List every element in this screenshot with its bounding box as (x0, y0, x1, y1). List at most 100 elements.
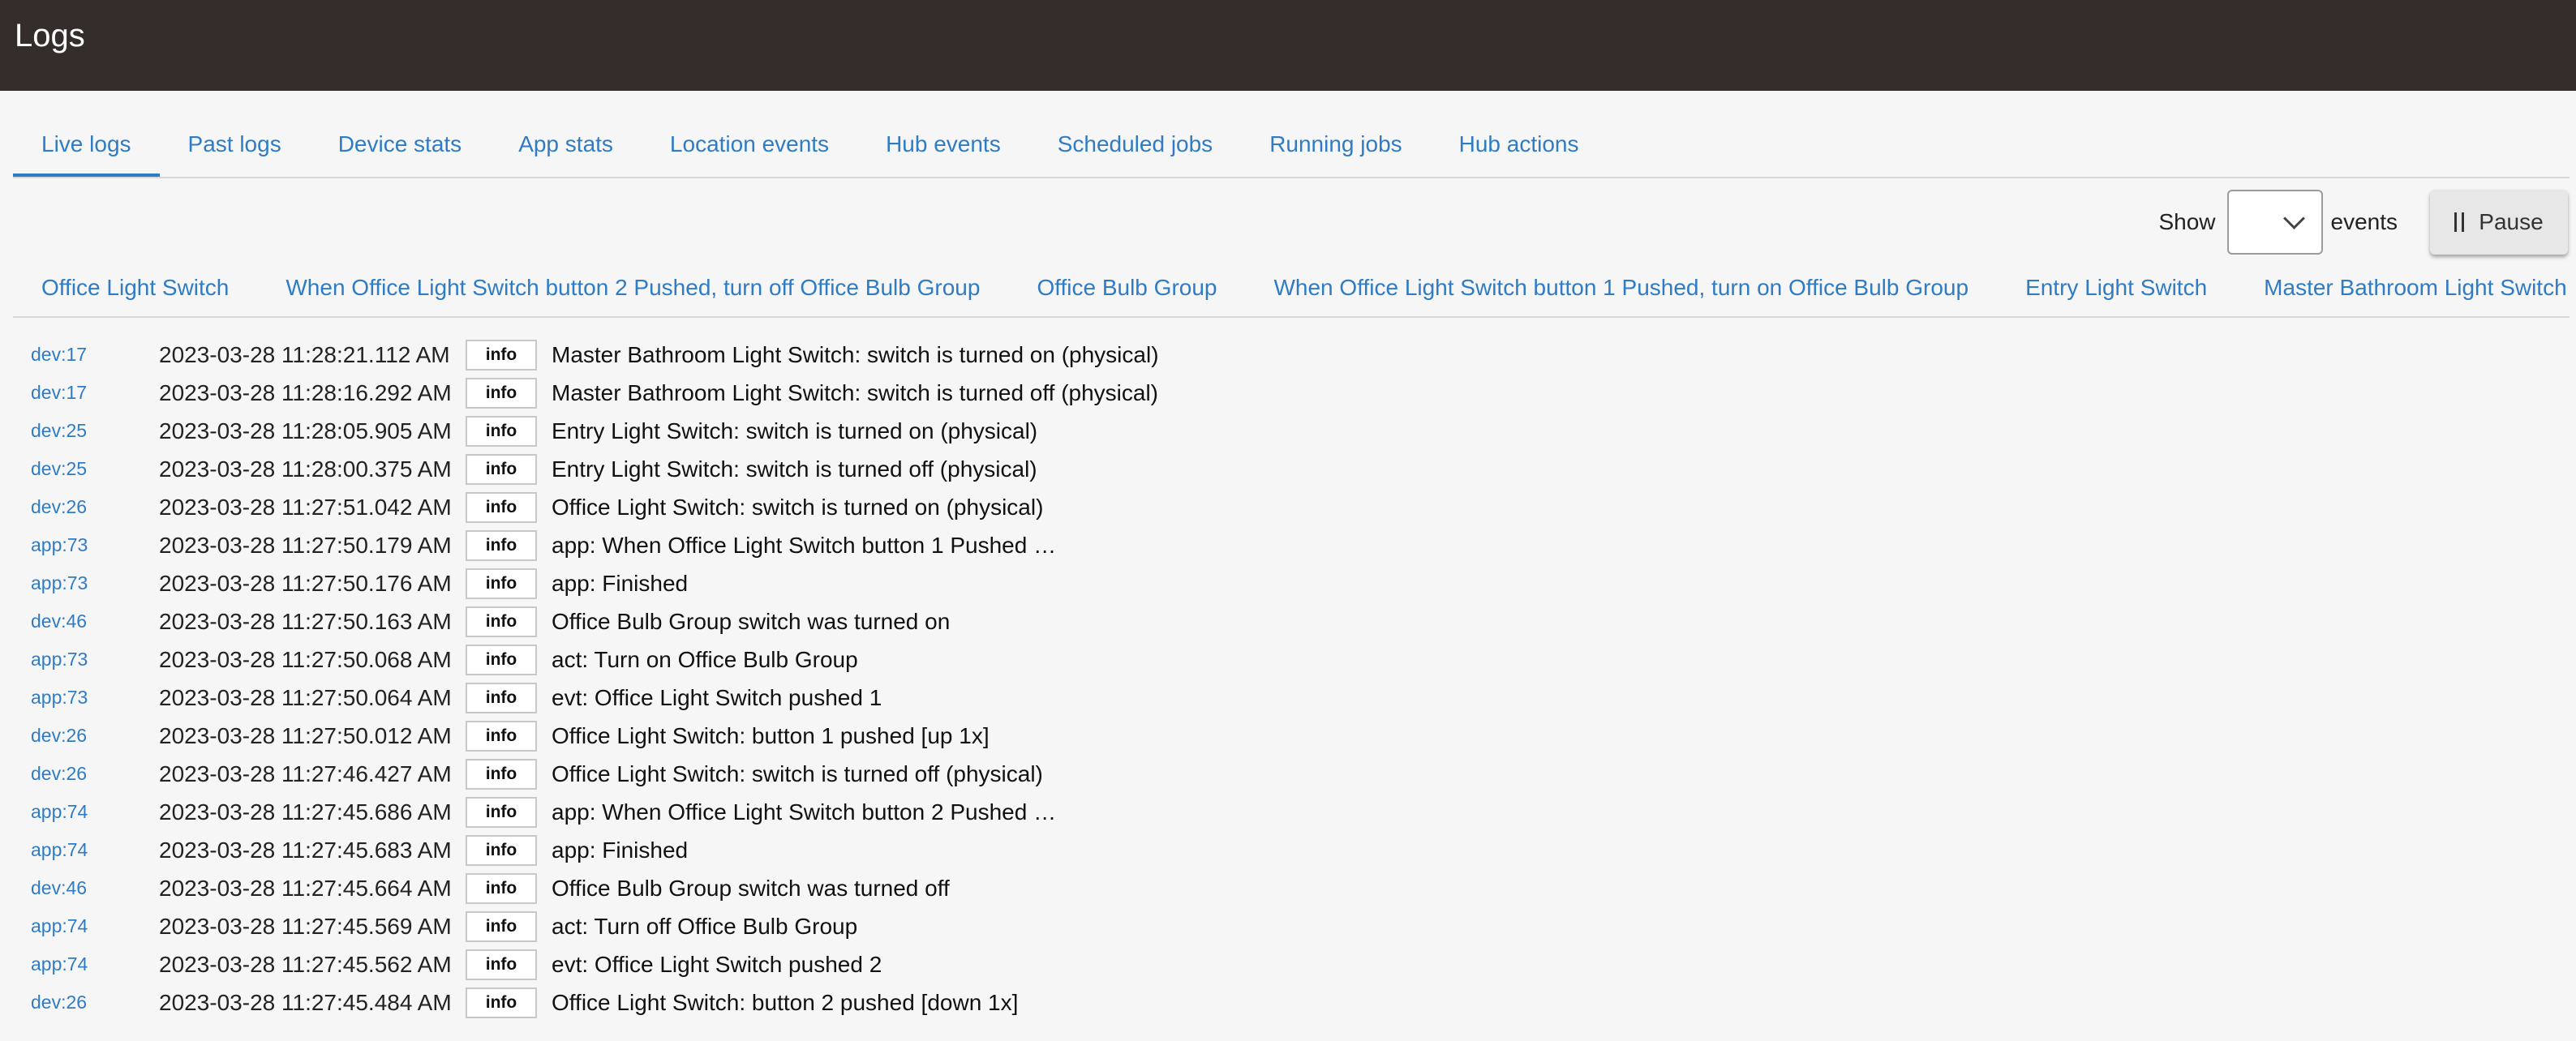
log-timestamp: 2023-03-28 11:27:51.042 AM (159, 494, 452, 520)
log-row: app:74 2023-03-28 11:27:45.683 AM info app:… (13, 831, 2570, 869)
events-count-select[interactable] (2226, 190, 2323, 255)
log-level-badge: info (466, 910, 537, 942)
log-row: app:74 2023-03-28 11:27:45.562 AM info evt:… (13, 945, 2570, 983)
log-timestamp: 2023-03-28 11:27:45.562 AM (159, 951, 452, 977)
tab-location-events[interactable]: Location events (642, 115, 857, 177)
log-level-badge: info (466, 758, 537, 790)
log-source-link[interactable]: dev:26 (13, 496, 159, 518)
log-level-badge: info (466, 453, 537, 485)
log-source-link[interactable]: app:73 (13, 649, 159, 670)
log-message: app: When Office Light Switch button 1 P… (552, 532, 1057, 558)
log-source-link[interactable]: app:74 (13, 953, 159, 975)
log-message: evt: Office Light Switch pushed 2 (552, 951, 882, 977)
log-message: Entry Light Switch: switch is turned off… (552, 456, 1037, 482)
log-source-link[interactable]: dev:25 (13, 458, 159, 480)
log-source-link[interactable]: app:74 (13, 801, 159, 823)
events-label: events (2330, 209, 2398, 234)
app-header: Logs (0, 0, 2576, 91)
log-timestamp: 2023-03-28 11:27:46.427 AM (159, 760, 452, 786)
log-source-link[interactable]: dev:26 (13, 992, 159, 1013)
log-source-link[interactable]: dev:25 (13, 420, 159, 442)
source-filter-link[interactable]: Office Bulb Group (1008, 275, 1245, 301)
log-message: act: Turn on Office Bulb Group (552, 646, 858, 672)
log-source-link[interactable]: app:74 (13, 839, 159, 861)
log-message: Office Light Switch: switch is turned on… (552, 494, 1044, 520)
log-message: evt: Office Light Switch pushed 1 (552, 684, 882, 710)
log-row: app:73 2023-03-28 11:27:50.064 AM info evt:… (13, 679, 2570, 717)
tab-scheduled-jobs[interactable]: Scheduled jobs (1029, 115, 1241, 177)
log-row: dev:25 2023-03-28 11:28:05.905 AM info Entr… (13, 412, 2570, 450)
source-filter-bar: Office Light Switch When Office Light Swi… (13, 259, 2570, 318)
log-timestamp: 2023-03-28 11:27:50.012 AM (159, 722, 452, 748)
log-level-badge: info (466, 377, 537, 409)
log-row: app:74 2023-03-28 11:27:45.569 AM info act:… (13, 907, 2570, 945)
log-level-badge: info (466, 644, 537, 675)
pause-button[interactable]: Pause (2430, 190, 2568, 255)
log-timestamp: 2023-03-28 11:28:21.112 AM (159, 341, 450, 367)
log-message: Office Light Switch: switch is turned of… (552, 760, 1043, 786)
log-level-badge: info (466, 415, 537, 447)
log-row: dev:26 2023-03-28 11:27:45.484 AM info Offi… (13, 983, 2570, 1022)
main-content: Live logs Past logs Device stats App stats L… (0, 91, 2576, 178)
tab-hub-actions[interactable]: Hub actions (1431, 115, 1608, 177)
log-timestamp: 2023-03-28 11:27:50.163 AM (159, 608, 452, 634)
log-row: dev:25 2023-03-28 11:28:00.375 AM info Entr… (13, 450, 2570, 488)
log-timestamp: 2023-03-28 11:28:16.292 AM (159, 379, 452, 405)
log-source-link[interactable]: app:73 (13, 687, 159, 709)
log-level-badge: info (466, 949, 537, 980)
log-timestamp: 2023-03-28 11:27:45.686 AM (159, 799, 452, 825)
log-level-badge: info (466, 491, 537, 523)
log-message: app: Finished (552, 570, 689, 596)
log-toolbar: Show events Pause (2158, 188, 2568, 256)
log-row: app:74 2023-03-28 11:27:45.686 AM info app:… (13, 793, 2570, 831)
log-level-badge: info (466, 987, 537, 1018)
log-timestamp: 2023-03-28 11:27:45.664 AM (159, 875, 452, 901)
pause-icon (2454, 212, 2465, 232)
source-filter-link[interactable]: When Office Light Switch button 2 Pushed… (257, 275, 1008, 301)
chevron-down-icon (2282, 208, 2305, 229)
source-filter-link[interactable]: Entry Light Switch (1997, 275, 2235, 301)
log-timestamp: 2023-03-28 11:28:00.375 AM (159, 456, 452, 482)
log-row: dev:46 2023-03-28 11:27:50.163 AM info Offi… (13, 602, 2570, 640)
log-source-link[interactable]: dev:26 (13, 763, 159, 785)
log-source-link[interactable]: app:73 (13, 572, 159, 594)
show-label: Show (2158, 209, 2216, 234)
log-row: dev:17 2023-03-28 11:28:21.112 AM info Mast… (13, 336, 2570, 374)
log-row: dev:26 2023-03-28 11:27:51.042 AM info Offi… (13, 488, 2570, 526)
log-source-link[interactable]: dev:17 (13, 344, 159, 366)
log-source-link[interactable]: app:74 (13, 915, 159, 937)
log-source-link[interactable]: dev:46 (13, 610, 159, 632)
log-source-link[interactable]: dev:17 (13, 382, 159, 404)
log-message: Master Bathroom Light Switch: switch is … (552, 379, 1159, 405)
log-level-badge: info (466, 720, 537, 752)
log-level-badge: info (466, 529, 537, 561)
log-row: app:73 2023-03-28 11:27:50.176 AM info app:… (13, 564, 2570, 602)
log-level-badge: info (466, 339, 537, 371)
source-filter-link[interactable]: Office Light Switch (13, 275, 257, 301)
tab-live-logs[interactable]: Live logs (13, 115, 160, 177)
pause-label: Pause (2479, 209, 2544, 234)
log-level-badge: info (466, 568, 537, 599)
log-source-link[interactable]: dev:26 (13, 725, 159, 747)
tab-hub-events[interactable]: Hub events (857, 115, 1029, 177)
log-timestamp: 2023-03-28 11:27:50.068 AM (159, 646, 452, 672)
log-message: Office Light Switch: button 1 pushed [up… (552, 722, 990, 748)
log-timestamp: 2023-03-28 11:27:45.484 AM (159, 989, 452, 1015)
tab-app-stats[interactable]: App stats (490, 115, 642, 177)
tab-device-stats[interactable]: Device stats (310, 115, 491, 177)
log-row: app:73 2023-03-28 11:27:50.179 AM info app:… (13, 526, 2570, 564)
source-filter-link[interactable]: Master Bathroom Light Switch (2235, 275, 2576, 301)
source-filter-link[interactable]: When Office Light Switch button 1 Pushed… (1245, 275, 1997, 301)
log-source-link[interactable]: dev:46 (13, 877, 159, 899)
log-row: app:73 2023-03-28 11:27:50.068 AM info act:… (13, 640, 2570, 679)
tab-past-logs[interactable]: Past logs (160, 115, 310, 177)
tab-running-jobs[interactable]: Running jobs (1241, 115, 1430, 177)
log-level-badge: info (466, 796, 537, 828)
log-level-badge: info (466, 872, 537, 904)
page-title: Logs (15, 17, 85, 54)
tab-bar: Live logs Past logs Device stats App stats L… (13, 115, 2570, 178)
log-message: app: When Office Light Switch button 2 P… (552, 799, 1057, 825)
log-row: dev:17 2023-03-28 11:28:16.292 AM info Mast… (13, 374, 2570, 412)
log-timestamp: 2023-03-28 11:27:50.176 AM (159, 570, 452, 596)
log-source-link[interactable]: app:73 (13, 534, 159, 556)
